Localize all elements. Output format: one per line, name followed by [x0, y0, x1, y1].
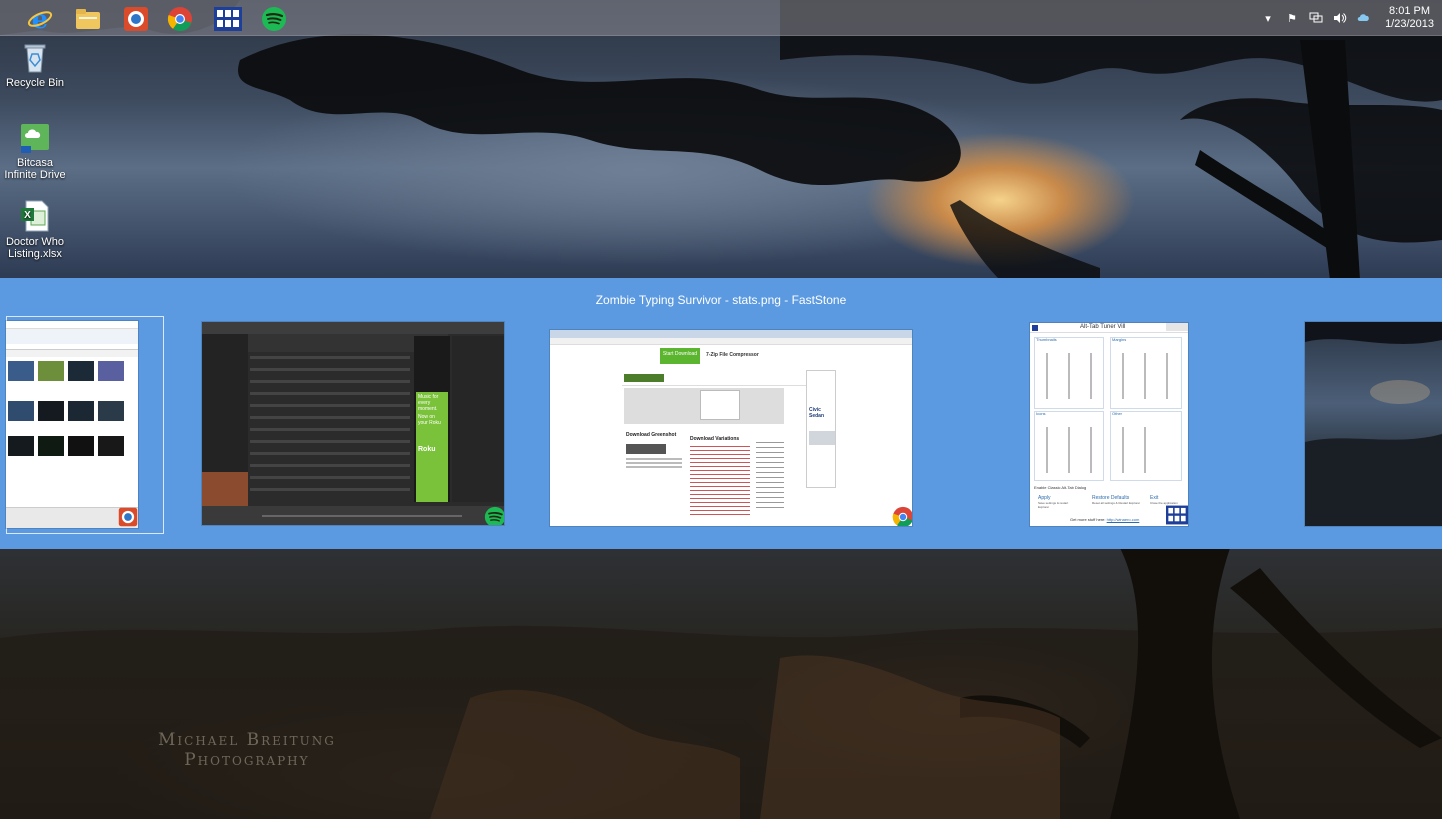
ad-text-line2: Now on your Roku [418, 414, 441, 426]
tuner-window-title: Alt-Tab Tuner Vill [1080, 324, 1126, 330]
show-hidden-icons-arrow[interactable]: ▾ [1261, 11, 1275, 25]
taskbar: e ▾ ⚑ 8:01 PM 1/23/2013 [0, 0, 1442, 36]
desktop-icon-label: Bitcasa Infinite Drive [4, 157, 66, 181]
window-thumb-desktop[interactable] [1305, 322, 1442, 526]
watermark-line1: Michael Breitung [158, 730, 336, 750]
file-explorer-icon[interactable] [68, 4, 108, 34]
tuner-footer-link: http://winaero.com [1106, 517, 1140, 522]
desktop-thumb-landscape [1305, 322, 1442, 526]
alt-tab-selected-title: Zombie Typing Survivor - stats.png - Fas… [595, 293, 847, 307]
tuner-restore-sub: Reset all settings & Restart Explorer [1092, 501, 1141, 505]
tuner-group-icons: Icons [1036, 411, 1046, 416]
chrome-ad-car: Civic Sedan [809, 407, 825, 419]
start-download-ad-button: Start Download [660, 348, 700, 364]
watermark-line2: Photography [184, 750, 310, 770]
clock-time: 8:01 PM [1389, 5, 1431, 17]
desktop-icon-doctor-who-listing[interactable]: X Doctor Who Listing.xlsx [0, 199, 70, 260]
tuner-footer: Get more stuff here: http://winaero.com [1070, 517, 1139, 522]
tuner-group-thumbnails: Thumbnails [1036, 337, 1057, 342]
desktop-icon-bitcasa[interactable]: Bitcasa Infinite Drive [0, 120, 70, 181]
desktop-wallpaper-bottom [0, 548, 1442, 819]
chrome-page-heading2: Download Variations [690, 436, 740, 442]
ad-text-line1: Music for every moment. [418, 394, 439, 412]
faststone-icon [118, 507, 138, 528]
action-center-flag-icon[interactable]: ⚑ [1285, 11, 1299, 25]
chrome-icon[interactable] [160, 4, 200, 34]
svg-text:X: X [24, 210, 31, 221]
network-icon[interactable] [1309, 11, 1323, 25]
tuner-group-other: Other [1112, 411, 1123, 416]
alt-tab-switcher: Zombie Typing Survivor - stats.png - Fas… [0, 278, 1442, 549]
chrome-icon [892, 506, 912, 526]
chrome-ad-title: 7-Zip File Compressor [706, 352, 759, 358]
system-clock[interactable]: 8:01 PM 1/23/2013 [1385, 5, 1434, 31]
desktop-wallpaper-top [0, 0, 1442, 280]
window-thumb-alt-tab-tuner[interactable]: Alt-Tab Tuner Vill Thumbnails Margins Ic… [1030, 323, 1188, 526]
bitcasa-drive-icon [18, 120, 52, 154]
internet-explorer-icon[interactable]: e [20, 4, 60, 34]
landscape-silhouette-bottom [0, 548, 1442, 819]
alt-tab-tuner-icon [1166, 505, 1188, 526]
window-thumb-chrome[interactable]: Start Download 7-Zip File Compressor Dow… [550, 330, 912, 526]
excel-file-icon: X [18, 199, 52, 233]
volume-icon[interactable] [1333, 11, 1347, 25]
faststone-icon[interactable] [116, 4, 156, 34]
tree-silhouette-top [0, 0, 1442, 280]
download-button-label: Start Download [662, 351, 698, 357]
spotify-icon [484, 506, 504, 525]
clock-date: 1/23/2013 [1385, 18, 1434, 30]
ad-brand: Roku [418, 446, 436, 453]
spotify-icon[interactable] [254, 4, 294, 34]
tuner-group-margins: Margins [1112, 337, 1127, 342]
svg-text:e: e [32, 6, 49, 32]
tuner-apply-sub: Save settings & restart Explorer [1038, 501, 1069, 509]
window-thumb-faststone[interactable] [6, 321, 138, 528]
bitcasa-icon[interactable] [1357, 11, 1371, 25]
alt-tab-tuner-icon[interactable] [208, 4, 248, 34]
recycle-bin-icon [18, 40, 52, 74]
desktop-icon-label: Recycle Bin [5, 77, 65, 89]
tuner-classic-checkbox: Enable Classic Alt-Tab Dialog [1034, 485, 1087, 490]
spotify-roku-ad: Music for every moment. Now on your Roku… [416, 392, 448, 502]
wallpaper-watermark: Michael Breitung Photography [158, 730, 336, 770]
chrome-page-heading: Download Greenshot [626, 432, 677, 438]
notification-area: ▾ ⚑ 8:01 PM 1/23/2013 [1261, 0, 1434, 36]
desktop-icon-recycle-bin[interactable]: Recycle Bin [0, 40, 70, 89]
desktop-icon-label: Doctor Who Listing.xlsx [5, 236, 65, 260]
window-thumb-spotify[interactable]: Music for every moment. Now on your Roku… [202, 322, 504, 525]
tuner-footer-text: Get more stuff here: [1070, 517, 1106, 522]
